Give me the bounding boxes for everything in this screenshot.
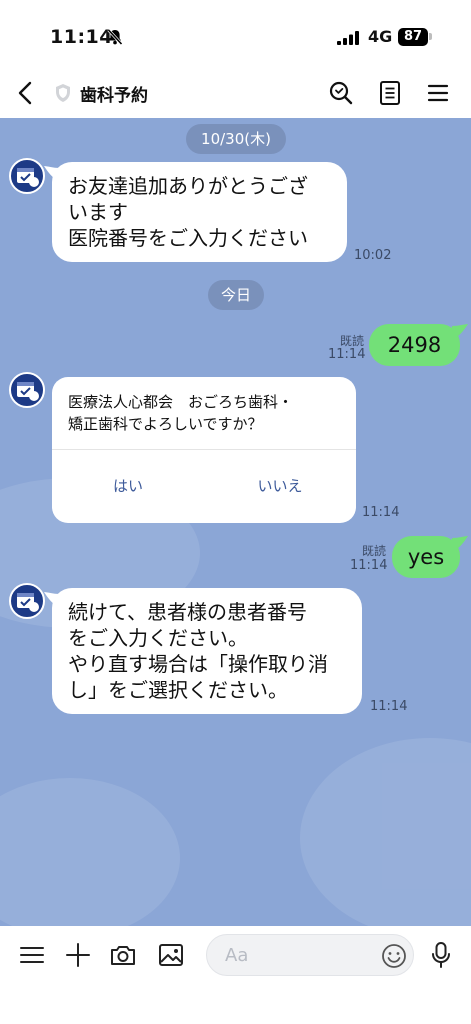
sent-message-bubble[interactable]: 2498 [369, 324, 460, 366]
plus-icon[interactable] [64, 941, 92, 969]
date-separator: 10/30(木) [186, 124, 286, 154]
menu-icon[interactable] [427, 82, 449, 104]
avatar[interactable] [9, 372, 45, 408]
chat-title: 歯科予約 [80, 86, 148, 106]
sent-message-bubble[interactable]: yes [392, 536, 460, 578]
no-button[interactable]: いいえ [204, 450, 356, 523]
image-icon[interactable] [157, 941, 185, 969]
message-time: 11:14 [362, 505, 400, 520]
signal-icon [337, 31, 359, 45]
menu-icon[interactable] [18, 941, 46, 969]
search-icon[interactable] [328, 80, 354, 106]
message-time: 10:02 [354, 248, 392, 263]
calendar-icon [17, 168, 39, 187]
chat-area[interactable]: 10/30(木) お友達追加ありがとうござ います 医院番号をご入力ください 1… [0, 118, 471, 926]
calendar-icon [17, 593, 39, 612]
read-receipt: 既読 [361, 544, 386, 558]
background-cloud [0, 778, 180, 926]
mic-icon[interactable] [430, 941, 452, 969]
yes-button[interactable]: はい [52, 450, 204, 523]
battery-tip [429, 33, 432, 40]
avatar[interactable] [9, 583, 45, 619]
message-time: 11:14 [350, 558, 388, 573]
message-input[interactable]: Aa [206, 934, 414, 976]
back-icon[interactable] [16, 80, 36, 106]
bubble-tail [452, 536, 468, 552]
confirm-card: 医療法人心都会 おごろち歯科・ 矯正歯科でよろしいですか？ はい いいえ [52, 377, 356, 523]
calendar-icon [17, 382, 39, 401]
avatar[interactable] [9, 158, 45, 194]
bell-slash-icon [107, 28, 123, 46]
confirm-question: 医療法人心都会 おごろち歯科・ 矯正歯科でよろしいですか？ [68, 393, 294, 433]
message-input-placeholder: Aa [225, 945, 249, 966]
chat-header: 歯科予約 [0, 70, 471, 118]
bubble-tail [452, 324, 468, 340]
message-time: 11:14 [328, 347, 366, 362]
message-bubble[interactable]: 続けて、患者様の患者番号 をご入力ください。 やり直す場合は「操作取り消 し」を… [52, 588, 362, 714]
message-time: 11:14 [370, 699, 408, 714]
emoji-icon[interactable] [381, 943, 407, 969]
background-cloud [300, 738, 471, 926]
message-input-bar: Aa [0, 926, 471, 1024]
notes-icon[interactable] [378, 80, 402, 106]
shield-icon [56, 84, 70, 102]
date-separator: 今日 [208, 280, 264, 310]
status-time: 11:14 [50, 26, 113, 48]
battery-indicator: 87 [398, 28, 428, 46]
network-label: 4G [368, 27, 393, 46]
status-bar: 11:14 4G 87 [0, 0, 471, 70]
camera-icon[interactable] [109, 941, 137, 969]
message-bubble[interactable]: お友達追加ありがとうござ います 医院番号をご入力ください [52, 162, 347, 262]
